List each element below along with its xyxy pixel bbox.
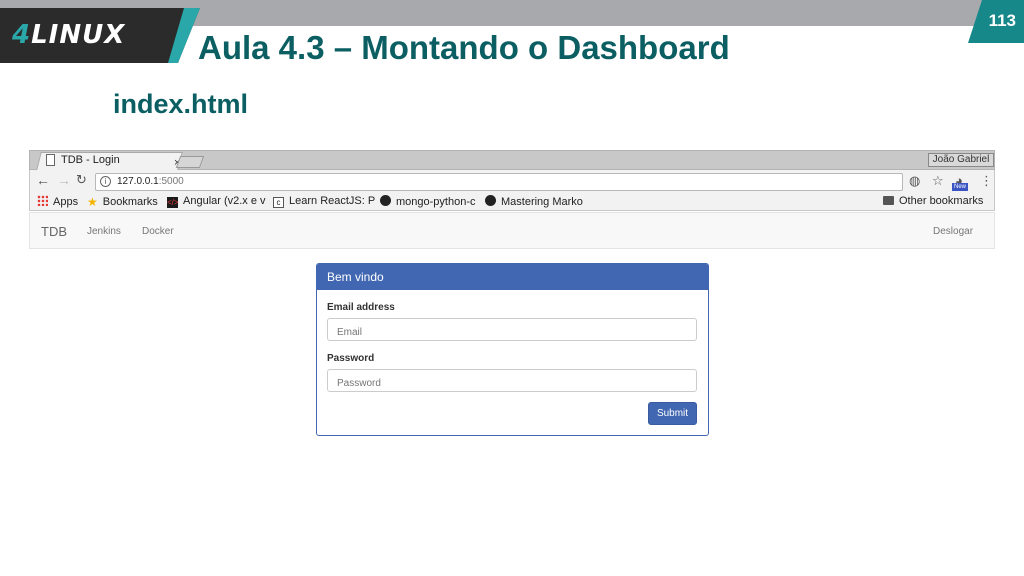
app-navbar: TDB Jenkins Docker Deslogar [29, 212, 995, 249]
menu-icon[interactable]: ⋮ [980, 173, 993, 189]
email-field[interactable] [327, 318, 697, 341]
tab-strip: TDB - Login × João Gabriel [29, 150, 995, 171]
bookmark-mongo-python[interactable]: mongo-python-c [380, 195, 476, 208]
email-label: Email address [327, 302, 395, 313]
password-field[interactable] [327, 369, 697, 392]
page-number: 113 [988, 11, 1016, 30]
bookmark-star-icon[interactable]: ☆ [932, 173, 944, 189]
tab-title: TDB - Login [61, 154, 120, 166]
url-text[interactable]: 127.0.0.1:5000 [117, 176, 184, 187]
bookmarks-bar: Apps ★ Bookmarks </> Angular (v2.x e v c Le… [29, 193, 995, 211]
nav-link-jenkins[interactable]: Jenkins [87, 226, 121, 237]
github-icon [485, 195, 496, 206]
tab-content[interactable]: TDB - Login × [46, 154, 180, 169]
document-icon [46, 154, 55, 166]
react-doc-icon: c [273, 197, 284, 208]
extension-icon[interactable]: ◍ [909, 173, 920, 189]
apps-icon [37, 195, 48, 206]
login-panel-heading: Bem vindo [317, 264, 708, 290]
login-panel: Bem vindo Email address Password Submit [316, 263, 709, 436]
slide-subtitle: index.html [113, 89, 249, 119]
submit-button[interactable]: Submit [648, 402, 697, 425]
nav-link-docker[interactable]: Docker [142, 226, 174, 237]
info-icon[interactable]: i [100, 176, 111, 187]
slide-title: Aula 4.3 – Montando o Dashboard [198, 29, 730, 66]
bookmark-angular[interactable]: </> Angular (v2.x e v [167, 195, 266, 208]
page-number-badge: 113 [968, 0, 1024, 43]
logout-link[interactable]: Deslogar [933, 226, 973, 237]
address-bar[interactable]: i 127.0.0.1:5000 [95, 173, 903, 191]
new-badge: New [952, 183, 969, 191]
browser-toolbar: ← → ↻ i 127.0.0.1:5000 ◍ ☆ ◕ New ⋮ [29, 170, 995, 193]
bookmark-apps[interactable]: Apps [37, 195, 78, 208]
navbar-brand[interactable]: TDB [41, 224, 67, 239]
other-bookmarks[interactable]: Other bookmarks [883, 195, 983, 207]
bookmark-react[interactable]: c Learn ReactJS: P [273, 195, 375, 208]
bookmark-mastering[interactable]: Mastering Marko [485, 195, 583, 208]
4linux-logo: 4LINUX [0, 8, 200, 63]
github-icon [380, 195, 391, 206]
bookmark-bookmarks[interactable]: ★ Bookmarks [87, 195, 158, 209]
new-tab-button[interactable] [175, 156, 205, 168]
star-icon: ★ [87, 195, 98, 209]
logo-wordmark: 4LINUX [12, 20, 126, 50]
angular-icon: </> [167, 197, 179, 208]
reload-icon[interactable]: ↻ [76, 172, 87, 188]
back-icon[interactable]: ← [36, 172, 50, 188]
folder-icon [883, 196, 894, 205]
profile-button[interactable]: João Gabriel [928, 153, 994, 167]
forward-icon[interactable]: → [57, 172, 71, 188]
password-label: Password [327, 353, 375, 364]
